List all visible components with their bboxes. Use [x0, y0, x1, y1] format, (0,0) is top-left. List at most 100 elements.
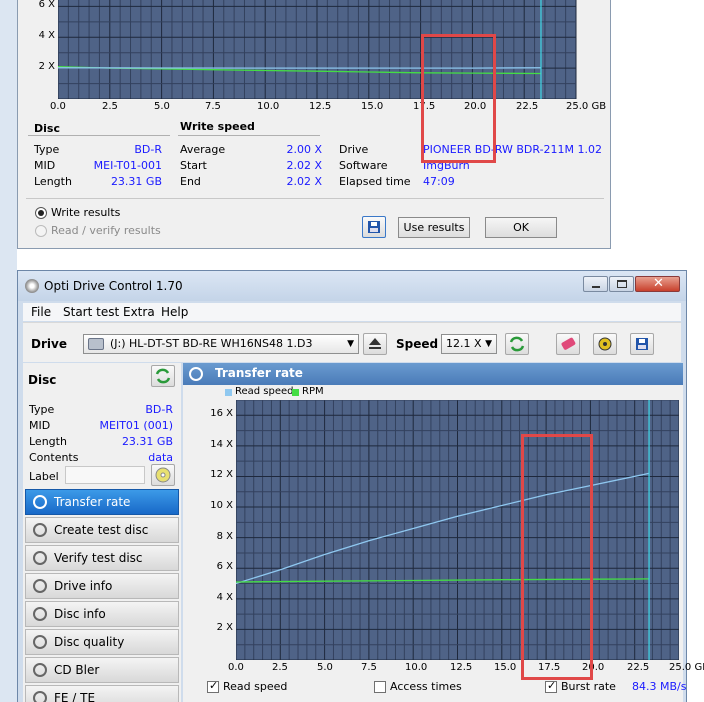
ok-button[interactable]: OK	[485, 217, 557, 238]
y-tick-label: 10 X	[210, 500, 233, 511]
disc-tool-icon	[33, 495, 47, 509]
minimize-icon	[592, 286, 600, 288]
write-speed-row-value: 2.02 X	[286, 159, 322, 172]
drive-label: Drive	[31, 337, 67, 351]
floppy-icon	[368, 221, 380, 233]
sidebar: Disc Type BD-R MID MEIT01 (001) Length 23.31 …	[23, 363, 181, 702]
x-tick-label: 12.5	[309, 101, 332, 112]
nav-label: Verify test disc	[54, 551, 143, 565]
toolbar: Drive (J:) HL-DT-ST BD-RE WH16NS48 1.D3 …	[23, 322, 681, 362]
disc-row-value: MEI-T01-001	[93, 159, 162, 172]
software-label: Software	[339, 159, 388, 172]
eraser-icon	[561, 337, 576, 350]
refresh-speed-button[interactable]	[505, 333, 529, 355]
nav-drive-info[interactable]: Drive info	[25, 573, 179, 599]
refresh-icon	[155, 368, 171, 384]
x-tick-label: 12.5	[450, 662, 473, 673]
burst-rate-value: 84.3 MB/s	[632, 680, 687, 693]
minimize-button[interactable]	[583, 276, 608, 292]
disc-row-label: Length	[29, 435, 67, 448]
burst-rate-checkbox[interactable]: ✓	[545, 679, 557, 693]
write-speed-chart	[58, 0, 577, 99]
drive-label: Drive	[339, 143, 369, 156]
write-speed-row-value: 2.00 X	[286, 143, 322, 156]
disc-tool-icon	[33, 635, 47, 649]
disc-tool-icon	[33, 607, 47, 621]
nav-cd-bler[interactable]: CD Bler	[25, 657, 179, 683]
disc-row-value: BD-R	[145, 403, 173, 416]
close-button[interactable]: ✕	[635, 276, 680, 292]
nav-transfer-rate[interactable]: Transfer rate	[25, 489, 179, 515]
write-speed-row-label: Start	[180, 159, 207, 172]
disc-panel-heading: Disc	[28, 373, 57, 387]
label-input[interactable]	[65, 466, 145, 484]
nav-label: Transfer rate	[54, 495, 131, 509]
disc-row-label: Type	[29, 403, 55, 416]
disc-label-button[interactable]	[151, 464, 175, 486]
x-tick-label: 15.0	[494, 662, 517, 673]
window-title: Opti Drive Control 1.70	[44, 279, 183, 293]
x-tick-label: 0.0	[228, 662, 244, 673]
x-tick-label: 7.5	[361, 662, 377, 673]
write-results-radio[interactable]	[35, 207, 47, 219]
nav-disc-info[interactable]: Disc info	[25, 601, 179, 627]
eject-button[interactable]	[363, 333, 387, 355]
nav-label: FE / TE	[54, 691, 96, 702]
y-tick-label: 2 X	[216, 622, 233, 633]
disc-row-value: MEIT01 (001)	[99, 419, 173, 432]
disc-tool-icon	[33, 551, 47, 565]
nav-label: Disc info	[54, 607, 106, 621]
settings-icon	[598, 337, 612, 351]
nav-disc-quality[interactable]: Disc quality	[25, 629, 179, 655]
y-tick-label: 6 X	[216, 561, 233, 572]
legend-read-swatch	[225, 389, 232, 396]
disc-row-value: data	[148, 451, 173, 464]
title-bar: Opti Drive Control 1.70 ✕	[18, 271, 686, 301]
use-results-button[interactable]: Use results	[398, 217, 470, 238]
floppy-icon	[636, 338, 648, 350]
menu-help[interactable]: Help	[161, 305, 188, 319]
y-tick-label: 4 X	[216, 592, 233, 603]
x-tick-label: 25.0 GB	[669, 662, 704, 673]
nav-fe-te[interactable]: FE / TE	[25, 685, 179, 702]
save-results-button[interactable]	[362, 216, 386, 238]
menu-start-test[interactable]: Start test	[63, 305, 119, 319]
x-tick-label: 10.0	[405, 662, 428, 673]
refresh-disc-button[interactable]	[151, 365, 175, 387]
menu-file[interactable]: File	[31, 305, 51, 319]
read-verify-label: Read / verify results	[51, 224, 161, 237]
erase-button[interactable]	[556, 333, 580, 355]
drive-select[interactable]: (J:) HL-DT-ST BD-RE WH16NS48 1.D3 ▼	[83, 334, 359, 354]
x-tick-label: 15.0	[361, 101, 384, 112]
disc-row-label: MID	[29, 419, 51, 432]
burst-rate-checkbox-label: Burst rate	[561, 680, 616, 693]
speed-select[interactable]: 12.1 X ▼	[441, 334, 497, 354]
y-tick-label: 14 X	[210, 439, 233, 450]
disc-row-label: Contents	[29, 451, 79, 464]
refresh-icon	[509, 336, 525, 352]
read-speed-checkbox[interactable]: ✓	[207, 679, 219, 693]
nav-verify-test-disc[interactable]: Verify test disc	[25, 545, 179, 571]
maximize-button[interactable]	[609, 276, 634, 292]
settings-button[interactable]	[593, 333, 617, 355]
x-tick-label: 10.0	[257, 101, 280, 112]
checkmark-icon: ✓	[547, 679, 557, 692]
menu-extra[interactable]: Extra	[123, 305, 155, 319]
chevron-down-icon: ▼	[347, 339, 354, 349]
nav-label: Drive info	[54, 579, 113, 593]
write-results-label: Write results	[51, 206, 121, 219]
x-tick-label: 2.5	[272, 662, 288, 673]
legend-rpm-swatch	[292, 389, 299, 396]
read-verify-radio[interactable]	[35, 225, 47, 237]
access-times-checkbox[interactable]	[374, 681, 386, 693]
save-button[interactable]	[630, 333, 654, 355]
y-tick-label: 6 X	[38, 0, 55, 10]
nav-label: Create test disc	[54, 523, 149, 537]
write-speed-row-value: 2.02 X	[286, 175, 322, 188]
elapsed-label: Elapsed time	[339, 175, 411, 188]
nav-create-test-disc[interactable]: Create test disc	[25, 517, 179, 543]
disc-tool-icon	[33, 663, 47, 677]
menu-bar: File Start test Extra Help	[23, 303, 681, 321]
highlight-box-top	[421, 34, 496, 163]
eject-icon	[369, 338, 381, 349]
